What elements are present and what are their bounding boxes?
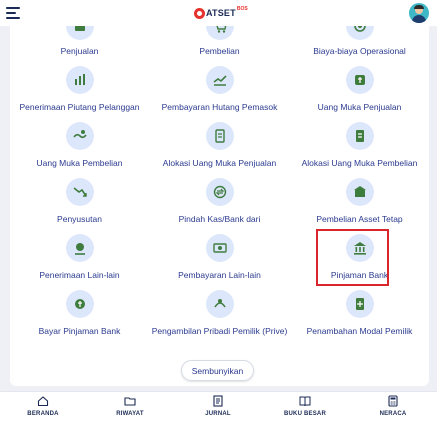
pay-bank-loan-icon bbox=[66, 290, 94, 318]
nav-label: BERANDA bbox=[27, 411, 59, 417]
purchase-icon bbox=[206, 26, 234, 40]
menu-item-pembelian-asset-tetap[interactable]: Pembelian Asset Tetap bbox=[290, 178, 429, 228]
nav-neraca[interactable]: NERACA bbox=[358, 395, 428, 423]
nav-buku-besar[interactable]: BUKU BESAR bbox=[270, 395, 340, 423]
menu-item-label: Penambahan Modal Pemilik bbox=[306, 326, 413, 336]
menu-item-label: Pembayaran Lain-lain bbox=[178, 270, 261, 280]
nav-label: JURNAL bbox=[205, 411, 231, 417]
menu-item-label: Alokasi Uang Muka Penjualan bbox=[162, 158, 277, 168]
ledger-book-icon bbox=[299, 396, 311, 407]
menu-item-uang-muka-pembelian[interactable]: Uang Muka Pembelian bbox=[10, 122, 149, 172]
menu-item-label: Pengambilan Pribadi Pemilik (Prive) bbox=[151, 326, 288, 336]
bottom-navigation: BERANDA RIWAYAT JURNAL BUKU BESAR NERACA bbox=[0, 391, 437, 423]
menu-item-label: Uang Muka Penjualan bbox=[317, 102, 402, 112]
sales-advance-icon bbox=[346, 66, 374, 94]
menu-item-label: Penerimaan Lain-lain bbox=[39, 270, 120, 280]
sales-icon bbox=[66, 26, 94, 40]
menu-item-penjualan[interactable]: Penjualan bbox=[10, 26, 149, 62]
nav-label: RIWAYAT bbox=[116, 411, 144, 417]
menu-item-label: Penyusutan bbox=[57, 214, 102, 224]
payable-icon bbox=[206, 66, 234, 94]
menu-item-alokasi-uang-muka-pembelian[interactable]: Alokasi Uang Muka Pembelian bbox=[290, 122, 429, 172]
menu-item-pembelian[interactable]: Pembelian bbox=[150, 26, 289, 62]
app-logo[interactable]: ATSET BOS bbox=[194, 6, 248, 20]
receivable-icon bbox=[66, 66, 94, 94]
menu-item-label: Penerimaan Piutang Pelanggan bbox=[19, 102, 140, 112]
nav-riwayat[interactable]: RIWAYAT bbox=[95, 395, 165, 423]
other-receipt-icon bbox=[66, 234, 94, 262]
purchase-advance-icon bbox=[66, 122, 94, 150]
depreciation-icon bbox=[66, 178, 94, 206]
owner-capital-icon bbox=[346, 290, 374, 318]
menu-item-label: Pinjaman Bank bbox=[330, 270, 389, 280]
menu-item-label: Alokasi Uang Muka Pembelian bbox=[301, 158, 418, 168]
menu-item-uang-muka-penjualan[interactable]: Uang Muka Penjualan bbox=[290, 66, 429, 116]
menu-item-pindah-kas-bank[interactable]: Pindah Kas/Bank dari bbox=[150, 178, 289, 228]
menu-item-penerimaan-lain-lain[interactable]: Penerimaan Lain-lain bbox=[10, 234, 149, 284]
fixed-asset-icon bbox=[346, 178, 374, 206]
operational-cost-icon bbox=[346, 26, 374, 40]
cash-transfer-icon bbox=[206, 178, 234, 206]
logo-text: ATSET bbox=[206, 8, 236, 18]
menu-item-penambahan-modal[interactable]: Penambahan Modal Pemilik bbox=[290, 290, 429, 340]
menu-item-label: Pembayaran Hutang Pemasok bbox=[161, 102, 278, 112]
menu-item-label: Pembelian Asset Tetap bbox=[316, 214, 403, 224]
menu-item-pengambilan-pribadi[interactable]: Pengambilan Pribadi Pemilik (Prive) bbox=[150, 290, 289, 350]
menu-item-label: Pembelian bbox=[199, 46, 240, 56]
menu-item-label: Biaya-biaya Operasional bbox=[313, 46, 406, 56]
menu-item-bayar-pinjaman-bank[interactable]: Bayar Pinjaman Bank bbox=[10, 290, 149, 340]
bank-loan-icon bbox=[346, 234, 374, 262]
nav-beranda[interactable]: BERANDA bbox=[8, 395, 78, 423]
menu-item-label: Penjualan bbox=[60, 46, 99, 56]
nav-label: BUKU BESAR bbox=[283, 411, 326, 417]
user-avatar[interactable] bbox=[409, 3, 429, 23]
menu-item-pembayaran-lain-lain[interactable]: Pembayaran Lain-lain bbox=[150, 234, 289, 284]
menu-item-label: Bayar Pinjaman Bank bbox=[38, 326, 121, 336]
top-bar: ATSET BOS bbox=[0, 0, 437, 26]
folder-icon bbox=[124, 397, 136, 406]
calculator-icon bbox=[388, 395, 398, 407]
menu-item-penerimaan-piutang[interactable]: Penerimaan Piutang Pelanggan bbox=[10, 66, 149, 116]
menu-item-biaya-operasional[interactable]: Biaya-biaya Operasional bbox=[290, 26, 429, 62]
sales-advance-allocation-icon bbox=[206, 122, 234, 150]
purchase-advance-allocation-icon bbox=[346, 122, 374, 150]
menu-item-alokasi-uang-muka-penjualan[interactable]: Alokasi Uang Muka Penjualan bbox=[150, 122, 289, 172]
other-payment-icon bbox=[206, 234, 234, 262]
nav-jurnal[interactable]: JURNAL bbox=[183, 395, 253, 423]
menu-item-label: Pindah Kas/Bank dari bbox=[178, 214, 261, 224]
logo-mark-icon bbox=[194, 7, 205, 19]
transaction-menu-card: Penjualan Pembelian Biaya-biaya Operasio… bbox=[10, 26, 429, 386]
logo-sup: BOS bbox=[236, 6, 248, 12]
menu-item-pembayaran-hutang[interactable]: Pembayaran Hutang Pemasok bbox=[150, 66, 289, 116]
hamburger-menu-icon[interactable] bbox=[6, 7, 20, 19]
nav-label: NERACA bbox=[379, 411, 407, 417]
home-icon bbox=[37, 396, 49, 407]
owner-withdrawal-icon bbox=[206, 290, 234, 318]
hide-menu-button[interactable]: Sembunyikan bbox=[181, 360, 254, 381]
menu-item-label: Uang Muka Pembelian bbox=[36, 158, 123, 168]
menu-item-penyusutan[interactable]: Penyusutan bbox=[10, 178, 149, 228]
journal-icon bbox=[213, 395, 223, 407]
menu-item-pinjaman-bank[interactable]: Pinjaman Bank bbox=[290, 234, 429, 284]
